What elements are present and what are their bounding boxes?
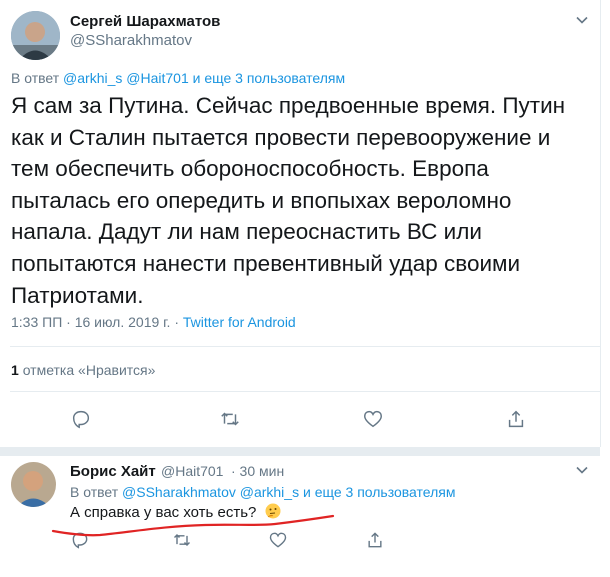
chevron-down-icon[interactable] [575,13,589,27]
reply-prefix: В ответ [11,70,60,86]
reply-icon[interactable] [70,408,92,430]
author-handle[interactable]: @SSharakhmatov [70,32,192,49]
avatar[interactable] [11,11,60,60]
like-icon[interactable] [362,408,384,430]
tweet-text: А справка у вас хоть есть? [70,504,257,521]
likes-count[interactable]: 1 отметка «Нравится» [11,362,155,378]
tweet-text: Я сам за Путина. Сейчас предвоенные врем… [11,93,566,308]
reply-prefix: В ответ [70,484,119,500]
divider [10,391,600,392]
tweet-timestamp[interactable]: 1:33 ПП · 16 июл. 2019 г. · [11,314,183,330]
retweet-icon[interactable] [172,530,192,550]
reply-text-line: А справка у вас хоть есть? [70,503,281,521]
like-icon[interactable] [268,530,288,550]
retweet-icon[interactable] [219,408,241,430]
tweet-source-link[interactable]: Twitter for Android [183,314,296,330]
thinking-face-icon [265,503,281,519]
author-name[interactable]: Борис Хайт [70,463,156,480]
reply-icon[interactable] [70,530,90,550]
chevron-down-icon[interactable] [575,463,589,477]
reply-more-link[interactable]: и еще 3 пользователям [193,70,346,86]
likes-label: отметка «Нравится» [22,362,156,378]
divider [10,346,600,347]
tweet-separator [0,447,600,456]
share-icon[interactable] [365,530,385,550]
avatar[interactable] [11,462,56,507]
author-name[interactable]: Сергей Шарахматов [70,13,220,30]
reply-to-line: В ответ @SSharakhmatov @arkhi_s и еще 3 … [70,484,455,500]
reply-handles-link[interactable]: @SSharakhmatov @arkhi_s [122,484,299,500]
main-tweet: Сергей Шарахматов @SSharakhmatov В ответ… [0,0,601,447]
author-handle[interactable]: @Hait701 [161,463,223,479]
reply-more-link[interactable]: и еще 3 пользователям [303,484,456,500]
reply-to-line: В ответ @arkhi_s @Hait701 и еще 3 пользо… [11,70,345,86]
share-icon[interactable] [505,408,527,430]
likes-number: 1 [11,362,19,378]
tweet-time[interactable]: · 30 мин [231,463,284,479]
reply-handles-link[interactable]: @arkhi_s @Hait701 [63,70,189,86]
tweet-meta: 1:33 ПП · 16 июл. 2019 г. · Twitter for … [11,314,296,330]
